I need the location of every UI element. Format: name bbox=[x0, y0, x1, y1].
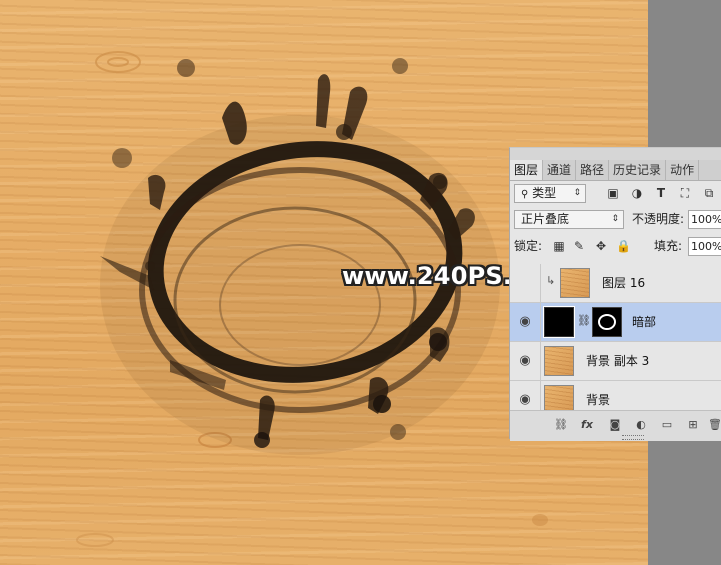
add-mask-icon[interactable]: ◙ bbox=[608, 418, 622, 432]
chain-link-icon[interactable]: ⛓ bbox=[577, 314, 591, 327]
panel-tabs: 图层 通道 路径 历史记录 动作 bbox=[510, 160, 721, 181]
layer-row-layer-16[interactable]: ↳ 图层 16 bbox=[510, 264, 721, 303]
fill-label: 填充: bbox=[654, 239, 683, 253]
new-layer-icon[interactable]: ⊞ bbox=[686, 418, 700, 432]
new-group-icon[interactable]: ▭ bbox=[660, 418, 674, 432]
layers-list: ↳ 图层 16 ◉ ⛓ 暗部 ◉ 背景 副本 3 ◉ 背景 bbox=[510, 264, 721, 420]
updown-arrow-icon: ⇕ bbox=[611, 214, 619, 224]
clipping-arrow-icon: ↳ bbox=[546, 274, 556, 287]
tab-history[interactable]: 历史记录 bbox=[609, 160, 667, 180]
adjustment-layer-icon[interactable]: ◐ bbox=[634, 418, 648, 432]
panel-title-bar[interactable] bbox=[510, 148, 721, 160]
tab-channels[interactable]: 通道 bbox=[543, 160, 577, 180]
blend-row: 正片叠底 ⇕ 不透明度: 100% bbox=[510, 208, 721, 234]
tab-paths[interactable]: 路径 bbox=[576, 160, 610, 180]
eye-icon[interactable]: ◉ bbox=[510, 303, 541, 341]
layer-row-dark-part[interactable]: ◉ ⛓ 暗部 bbox=[510, 303, 721, 342]
smart-object-filter-icon[interactable]: ⧉ bbox=[702, 186, 716, 200]
lock-row: 锁定: ▦ ✎ ✥ 🔒 填充: 100% bbox=[510, 236, 721, 262]
layer-name[interactable]: 暗部 bbox=[632, 303, 656, 341]
layer-style-fx-icon[interactable]: fx bbox=[580, 418, 594, 432]
filter-kind-label: 类型 bbox=[532, 186, 557, 200]
image-filter-icon[interactable]: ▣ bbox=[606, 186, 620, 200]
lock-image-pixels-icon[interactable]: ✎ bbox=[572, 239, 586, 253]
layers-panel: 图层 通道 路径 历史记录 动作 ⚲ 类型 ⇕ ▣ ◑ T ⛶ ⧉ 正片叠底 ⇕… bbox=[509, 147, 721, 441]
layer-thumbnail bbox=[544, 346, 574, 376]
fill-field[interactable]: 100% bbox=[688, 237, 721, 256]
type-filter-icon[interactable]: T bbox=[654, 186, 668, 200]
lock-label: 锁定: bbox=[514, 239, 543, 253]
delete-layer-icon[interactable]: 🗑 bbox=[708, 418, 721, 432]
lock-transparent-pixels-icon[interactable]: ▦ bbox=[552, 239, 566, 253]
layer-thumbnail bbox=[560, 268, 590, 298]
layer-mask-thumbnail[interactable] bbox=[592, 307, 622, 337]
eye-icon[interactable]: ◉ bbox=[510, 342, 541, 380]
tab-actions[interactable]: 动作 bbox=[666, 160, 700, 180]
layer-thumbnail-black bbox=[543, 306, 575, 338]
tab-layers[interactable]: 图层 bbox=[510, 160, 544, 180]
layer-row-background-copy-3[interactable]: ◉ 背景 副本 3 bbox=[510, 342, 721, 381]
blend-mode-dropdown[interactable]: 正片叠底 ⇕ bbox=[514, 210, 624, 229]
opacity-field[interactable]: 100% bbox=[688, 210, 721, 229]
lock-position-icon[interactable]: ✥ bbox=[594, 239, 608, 253]
filter-kind-dropdown[interactable]: ⚲ 类型 ⇕ bbox=[514, 184, 586, 203]
lock-all-icon[interactable]: 🔒 bbox=[616, 239, 631, 253]
layers-panel-footer: ⛓ fx ◙ ◐ ▭ ⊞ 🗑 bbox=[510, 410, 721, 441]
adjustment-filter-icon[interactable]: ◑ bbox=[630, 186, 644, 200]
layer-name[interactable]: 背景 副本 3 bbox=[586, 342, 649, 380]
panel-resize-grip[interactable] bbox=[622, 435, 644, 440]
blend-mode-value: 正片叠底 bbox=[521, 212, 570, 226]
shape-filter-icon[interactable]: ⛶ bbox=[678, 186, 692, 200]
link-layers-icon[interactable]: ⛓ bbox=[554, 418, 568, 432]
search-icon: ⚲ bbox=[521, 189, 529, 200]
mask-ring-icon bbox=[598, 314, 616, 330]
layer-name[interactable]: 图层 16 bbox=[602, 264, 645, 302]
visibility-toggle-empty[interactable] bbox=[510, 264, 541, 302]
updown-arrow-icon: ⇕ bbox=[573, 188, 581, 198]
opacity-label: 不透明度: bbox=[632, 212, 685, 226]
filter-row: ⚲ 类型 ⇕ ▣ ◑ T ⛶ ⧉ bbox=[510, 182, 721, 208]
